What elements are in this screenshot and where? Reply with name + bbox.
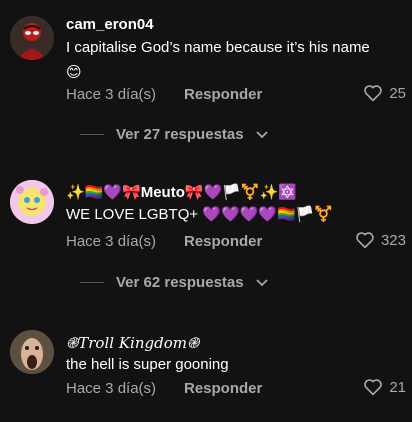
like-count: 21 <box>389 378 406 396</box>
view-replies-label: Ver 62 respuestas <box>116 274 244 291</box>
comment-text: WE LOVE LGBTQ+ 💜💜💜💜🏳️‍🌈🏳️⚧️ <box>66 206 334 223</box>
timestamp: Hace 3 día(s) <box>66 380 157 397</box>
reply-button[interactable]: Responder <box>184 233 262 250</box>
text-emoji-suffix: 💜💜💜💜🏳️‍🌈🏳️⚧️ <box>202 206 334 223</box>
heart-outline-icon <box>356 232 374 249</box>
chevron-down-icon <box>255 278 268 286</box>
comment-text: I capitalise God’s name because it’s his… <box>66 37 396 84</box>
avatar[interactable] <box>10 330 54 374</box>
username-emoji-suffix: 🎀💜🏳️⚧️✨🔯 <box>184 184 297 201</box>
like-count: 25 <box>389 84 406 102</box>
like-count: 323 <box>380 231 406 249</box>
timestamp: Hace 3 día(s) <box>66 233 157 250</box>
heart-outline-icon <box>364 85 383 102</box>
like-button[interactable]: 25 <box>363 84 406 102</box>
view-replies-button[interactable]: Ver 62 respuestas <box>80 274 268 291</box>
divider-line <box>80 134 104 135</box>
like-button[interactable]: 323 <box>355 231 406 249</box>
view-replies-label: Ver 27 respuestas <box>116 126 244 143</box>
chevron-down-icon <box>255 130 268 138</box>
timestamp: Hace 3 día(s) <box>66 86 157 103</box>
like-button[interactable]: 21 <box>363 378 406 396</box>
username-emoji-prefix: ✨🏳️‍🌈💜🎀 <box>66 184 141 201</box>
avatar[interactable] <box>10 180 54 224</box>
username[interactable]: ✨🏳️‍🌈💜🎀Meuto🎀💜🏳️⚧️✨🔯 <box>66 183 297 201</box>
smile-emoji: 😊 <box>66 64 82 81</box>
username[interactable]: ֎𝑇𝑟𝑜𝑙𝑙 𝐾𝑖𝑛𝑔𝑑𝑜𝑚֎ <box>66 333 199 353</box>
avatar[interactable] <box>10 16 54 60</box>
heart-outline-icon <box>364 379 383 396</box>
reply-button[interactable]: Responder <box>184 380 262 397</box>
divider-line <box>80 282 104 283</box>
comment-text: the hell is super gooning <box>66 356 229 373</box>
username[interactable]: cam_eron04 <box>66 16 154 33</box>
reply-button[interactable]: Responder <box>184 86 262 103</box>
view-replies-button[interactable]: Ver 27 respuestas <box>80 126 268 143</box>
